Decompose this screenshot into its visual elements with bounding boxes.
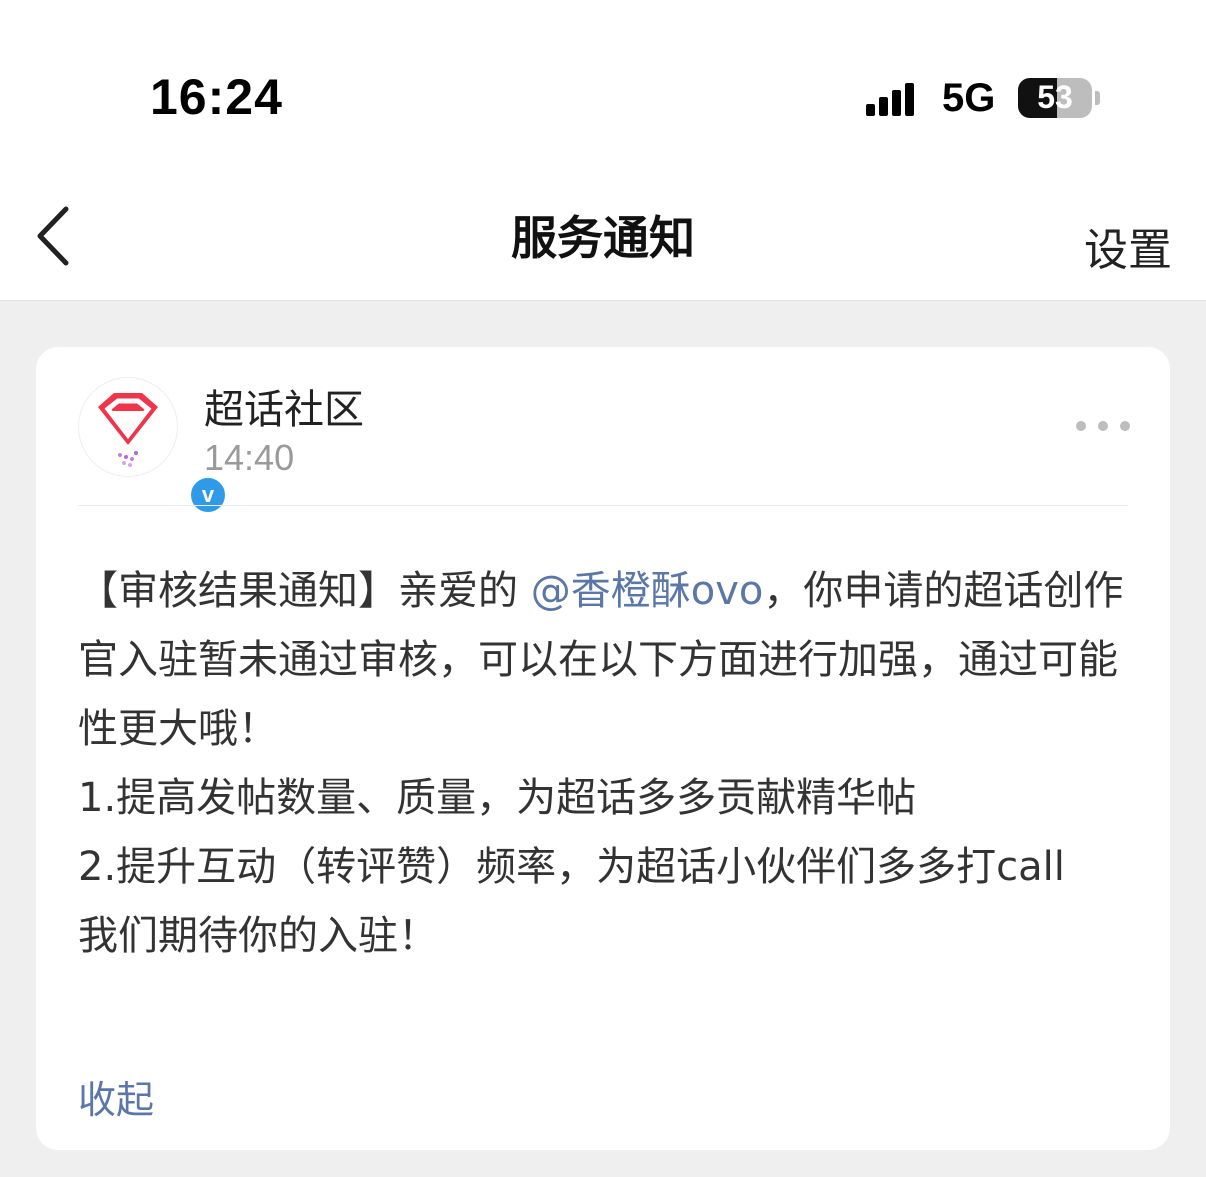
network-type: 5G — [942, 76, 996, 120]
signal-strength-icon — [866, 82, 926, 116]
more-dots-icon — [1076, 421, 1086, 431]
message-paragraph: 【审核结果通知】亲爱的 @香橙酥ovo，你申请的超话创作官入驻暂未通过审核，可以… — [78, 557, 1138, 764]
notification-card: v 超话社区 14:40 【审核结果通知】亲爱的 @香橙酥ovo，你申请的超话创… — [36, 347, 1170, 1150]
message-body: 【审核结果通知】亲爱的 @香橙酥ovo，你申请的超话创作官入驻暂未通过审核，可以… — [78, 557, 1138, 971]
sender-name[interactable]: 超话社区 — [204, 377, 364, 435]
settings-button[interactable]: 设置 — [1084, 214, 1172, 278]
super-topic-logo-icon — [98, 393, 158, 467]
battery-level: 53 — [1037, 79, 1073, 115]
message-prefix: 【审核结果通知】亲爱的 — [78, 568, 531, 614]
nav-bar: 服务通知 设置 — [0, 160, 1206, 301]
page-title: 服务通知 — [511, 211, 695, 265]
message-item-1: 1.提高发帖数量、质量，为超话多多贡献精华帖 — [78, 775, 917, 821]
verified-v-icon: v — [188, 475, 228, 515]
status-bar: 16:24 5G 53 — [0, 0, 1206, 160]
collapse-link[interactable]: 收起 — [78, 1069, 154, 1124]
avatar[interactable]: v — [78, 377, 228, 515]
message-closing: 我们期待你的入驻！ — [78, 913, 438, 959]
divider — [78, 505, 1128, 506]
user-mention-link[interactable]: @香橙酥ovo — [531, 568, 764, 614]
more-dots-icon — [1120, 421, 1130, 431]
more-dots-icon — [1098, 421, 1108, 431]
battery-icon: 53 — [1018, 78, 1092, 118]
message-item-2: 2.提升互动（转评赞）频率，为超话小伙伴们多多打call — [78, 844, 1065, 890]
status-time: 16:24 — [150, 69, 283, 125]
more-button[interactable] — [1076, 421, 1130, 433]
battery-cap — [1095, 91, 1100, 105]
message-time: 14:40 — [204, 437, 295, 478]
